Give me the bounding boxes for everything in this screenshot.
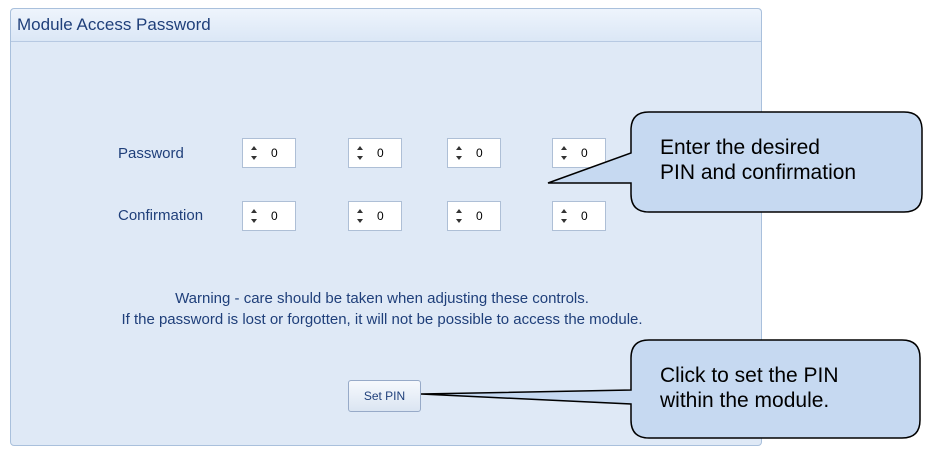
- callout-enter-pin: Enter the desired PIN and confirmation: [660, 135, 856, 185]
- callout-set-pin: Click to set the PIN within the module.: [660, 363, 839, 413]
- callout-set-pin-line-2: within the module.: [660, 389, 830, 412]
- callout-enter-pin-line-1: Enter the desired: [660, 136, 820, 159]
- callout-enter-pin-line-2: PIN and confirmation: [660, 161, 857, 184]
- callout-set-pin-line-1: Click to set the PIN: [660, 364, 839, 387]
